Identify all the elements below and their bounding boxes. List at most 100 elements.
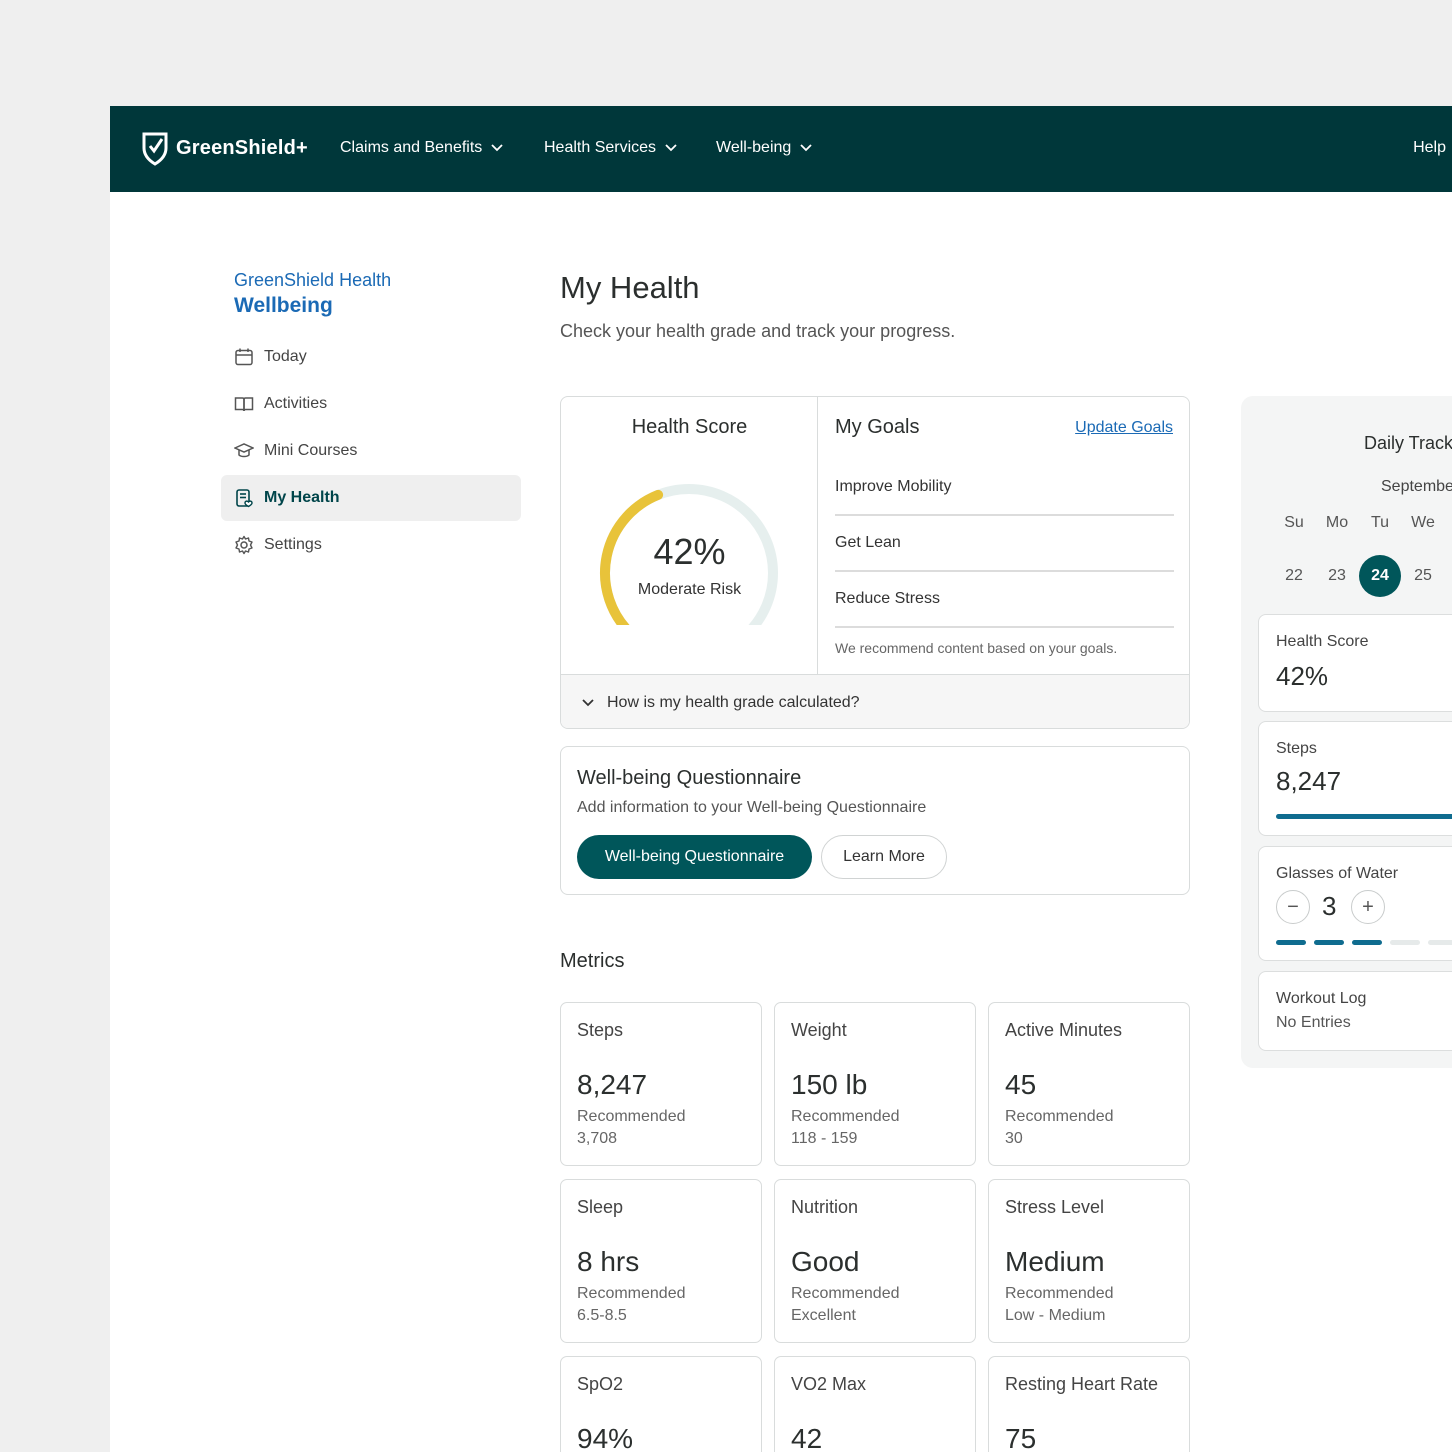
- nav-health-services[interactable]: Health Services: [544, 139, 678, 157]
- calendar-day[interactable]: 22: [1276, 555, 1312, 597]
- calendar-day[interactable]: 23: [1319, 555, 1355, 597]
- help-link[interactable]: Help: [1413, 139, 1446, 157]
- metric-label: VO2 Max: [791, 1374, 867, 1394]
- day-of-week: We: [1411, 514, 1435, 531]
- metric-value: 75: [1005, 1423, 1037, 1452]
- app-window: GreenShield+ Claims and Benefits Health …: [110, 106, 1452, 1452]
- metric-card-spo2[interactable]: SpO2 94%: [560, 1356, 762, 1452]
- tracker-workout-log-card[interactable]: Workout Log No Entries: [1258, 971, 1452, 1051]
- sidebar-title: GreenShield Health: [234, 270, 392, 290]
- chevron-down-icon: [582, 698, 594, 706]
- water-dash-filled: [1314, 940, 1344, 945]
- decrement-water-button[interactable]: −: [1276, 890, 1310, 924]
- chevron-down-icon: [665, 144, 677, 152]
- health-score-panel: Health Score 42% Moderate Risk: [561, 397, 818, 674]
- metric-label: Steps: [577, 1020, 624, 1040]
- metric-card-vo2-max[interactable]: VO2 Max 42: [774, 1356, 976, 1452]
- tracker-water-card[interactable]: Glasses of Water − 3 +: [1258, 846, 1452, 961]
- questionnaire-title: Well-being Questionnaire: [577, 767, 802, 789]
- tracker-card-label: Glasses of Water: [1276, 865, 1399, 882]
- metric-card-resting-heart-rate[interactable]: Resting Heart Rate 75: [988, 1356, 1190, 1452]
- metric-card-weight[interactable]: Weight 150 lb Recommended 118 - 159: [774, 1002, 976, 1166]
- steps-progress-bar: [1276, 814, 1452, 819]
- metrics-title: Metrics: [560, 950, 625, 972]
- sidebar-item-activities[interactable]: Activities: [221, 381, 521, 427]
- metric-value: Good: [791, 1246, 860, 1277]
- sidebar-item-settings[interactable]: Settings: [221, 522, 521, 568]
- nav-label: Claims and Benefits: [340, 139, 483, 156]
- metric-label: Nutrition: [791, 1197, 859, 1217]
- sidebar-item-label: Settings: [264, 536, 322, 553]
- questionnaire-subtitle: Add information to your Well-being Quest…: [577, 799, 927, 816]
- day-of-week: Su: [1284, 514, 1304, 531]
- book-icon: [234, 397, 254, 412]
- metric-rec-value: Excellent: [791, 1307, 856, 1324]
- calendar-icon: [235, 348, 253, 366]
- tracker-health-score-card[interactable]: Health Score 42%: [1258, 614, 1452, 712]
- shield-logo-icon: [142, 132, 168, 166]
- sidebar-item-label: Mini Courses: [264, 442, 358, 459]
- learn-more-button[interactable]: Learn More: [821, 835, 947, 879]
- brand-name: GreenShield+: [176, 136, 308, 159]
- metric-rec-value: 30: [1005, 1130, 1023, 1147]
- nav-label: Health Services: [544, 139, 657, 156]
- metric-value: 42: [791, 1423, 823, 1452]
- metric-label: Weight: [791, 1020, 847, 1040]
- greenshield-logo[interactable]: GreenShield+: [142, 130, 308, 166]
- metric-value: 45: [1005, 1069, 1037, 1100]
- tracker-card-label: Steps: [1276, 740, 1317, 757]
- tracker-title: Daily Tracker: [1364, 433, 1452, 453]
- metric-label: SpO2: [577, 1374, 624, 1394]
- metric-rec-value: 6.5-8.5: [577, 1307, 627, 1324]
- water-dash-filled: [1352, 940, 1382, 945]
- calendar-day[interactable]: 25: [1405, 555, 1441, 597]
- page-title: My Health: [560, 270, 700, 305]
- goal-item: Improve Mobility: [835, 478, 952, 495]
- sidebar-item-my-health[interactable]: My Health: [221, 475, 521, 521]
- risk-label: Moderate Risk: [637, 581, 742, 598]
- sidebar-item-label: Today: [264, 348, 307, 365]
- health-score-title: Health Score: [631, 416, 748, 438]
- metric-rec-value: 3,708: [577, 1130, 618, 1147]
- goals-title: My Goals: [835, 416, 920, 438]
- increment-water-button[interactable]: +: [1351, 890, 1385, 924]
- sidebar-item-mini-courses[interactable]: Mini Courses: [221, 428, 521, 474]
- questionnaire-card: Well-being Questionnaire Add information…: [560, 746, 1190, 895]
- page-subtitle: Check your health grade and track your p…: [560, 321, 956, 341]
- metric-card-active-minutes[interactable]: Active Minutes 45 Recommended 30: [988, 1002, 1190, 1166]
- metric-card-nutrition[interactable]: Nutrition Good Recommended Excellent: [774, 1179, 976, 1343]
- day-of-week: Tu: [1370, 514, 1390, 531]
- metric-value: 94%: [577, 1423, 634, 1452]
- metric-card-sleep[interactable]: Sleep 8 hrs Recommended 6.5-8.5: [560, 1179, 762, 1343]
- metric-rec-label: Recommended: [577, 1285, 686, 1302]
- daily-tracker-panel: Daily Tracker September Su Mo Tu We 22 2…: [1241, 396, 1452, 1068]
- metric-rec-value: 118 - 159: [791, 1130, 858, 1147]
- nav-well-being[interactable]: Well-being: [716, 139, 813, 157]
- accordion-label: How is my health grade calculated?: [607, 693, 860, 711]
- chevron-down-icon: [800, 144, 812, 152]
- sidebar-subtitle: Wellbeing: [234, 294, 333, 317]
- sidebar-item-today[interactable]: Today: [221, 334, 521, 380]
- tracker-card-label: Workout Log: [1276, 990, 1367, 1007]
- metric-label: Active Minutes: [1005, 1020, 1123, 1040]
- day-of-week: Mo: [1325, 514, 1349, 531]
- metric-rec-label: Recommended: [577, 1108, 686, 1125]
- goal-item: Reduce Stress: [835, 590, 940, 607]
- tracker-card-value: 42%: [1276, 661, 1329, 691]
- water-count: 3: [1322, 891, 1337, 921]
- tracker-month: September: [1381, 478, 1452, 495]
- tracker-steps-card[interactable]: Steps 8,247: [1258, 721, 1452, 836]
- update-goals-link[interactable]: Update Goals: [1075, 419, 1173, 437]
- metric-rec-label: Recommended: [1005, 1108, 1114, 1125]
- nav-claims-and-benefits[interactable]: Claims and Benefits: [340, 139, 504, 157]
- metric-rec-label: Recommended: [791, 1108, 900, 1125]
- graduation-cap-icon: [234, 443, 254, 458]
- metric-card-stress-level[interactable]: Stress Level Medium Recommended Low - Me…: [988, 1179, 1190, 1343]
- tracker-card-value: 8,247: [1276, 766, 1342, 796]
- health-grade-accordion[interactable]: How is my health grade calculated?: [561, 674, 1189, 728]
- questionnaire-button[interactable]: Well-being Questionnaire: [577, 835, 812, 879]
- calendar-day-selected[interactable]: 24: [1359, 555, 1401, 597]
- health-score-card: Health Score 42% Moderate Risk My Goals …: [560, 396, 1190, 729]
- metric-card-steps[interactable]: Steps 8,247 Recommended 3,708: [560, 1002, 762, 1166]
- metric-value: 8 hrs: [577, 1246, 640, 1277]
